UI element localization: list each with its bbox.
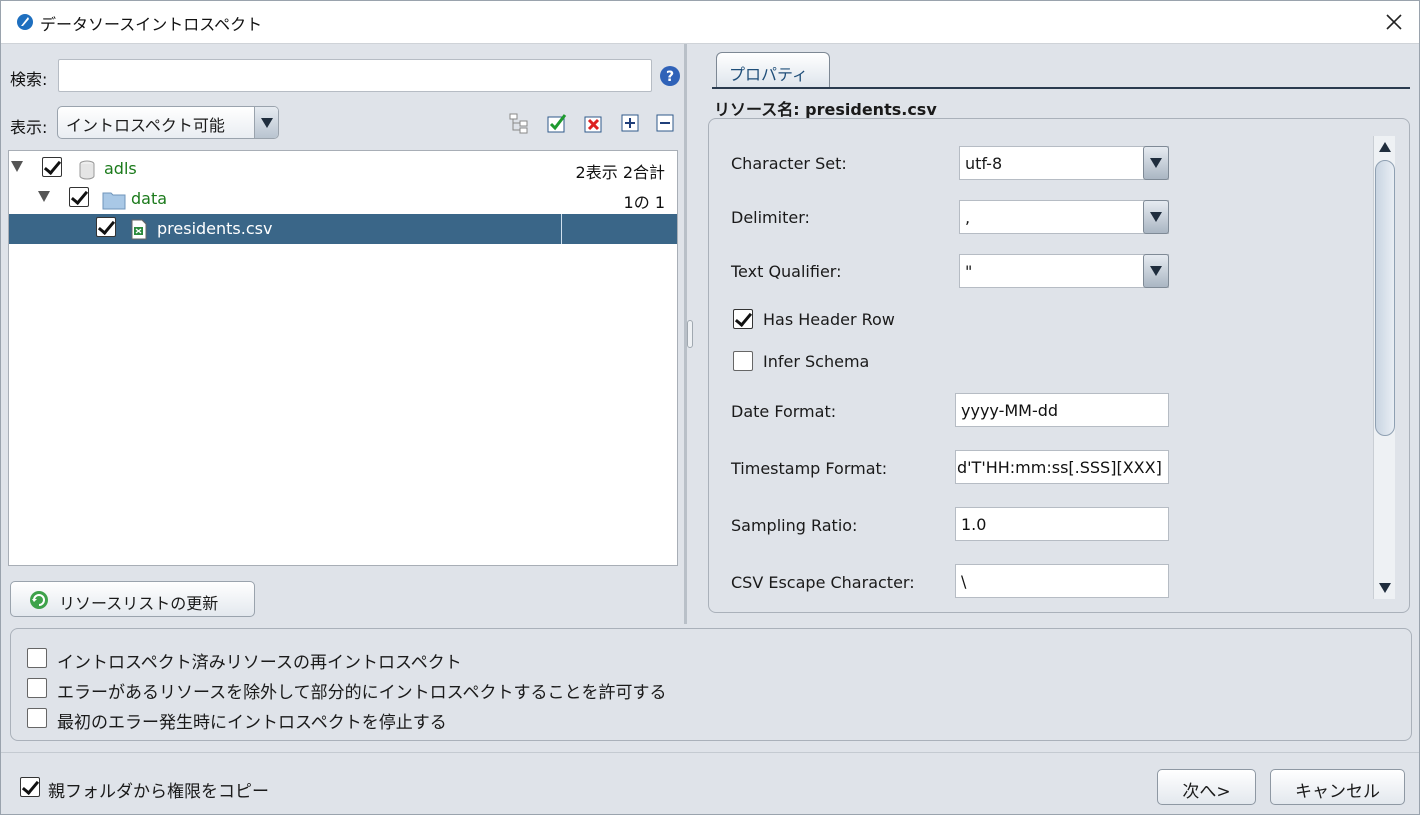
tree-row-presidents-csv[interactable]: presidents.csv xyxy=(9,214,677,244)
database-icon xyxy=(79,160,95,180)
view-selected-value: イントロスペクト可能 xyxy=(66,116,225,135)
reintrospect-checkbox[interactable] xyxy=(27,648,47,668)
date-format-label: Date Format: xyxy=(731,402,837,421)
window-title: データソースイントロスペクト xyxy=(40,15,263,34)
character-set-select[interactable]: utf-8 xyxy=(959,146,1169,180)
expand-all-icon[interactable] xyxy=(619,112,641,134)
timestamp-format-label: Timestamp Format: xyxy=(731,459,888,478)
app-logo-icon xyxy=(17,14,33,30)
chevron-down-icon[interactable] xyxy=(1143,146,1169,180)
refresh-button-label: リソースリストの更新 xyxy=(59,594,219,613)
tree-checkbox[interactable] xyxy=(42,157,62,177)
tab-label: プロパティ xyxy=(729,65,809,84)
close-icon[interactable] xyxy=(1380,8,1408,36)
footer-divider xyxy=(0,752,1420,753)
svg-text:?: ? xyxy=(666,69,674,85)
delimiter-label: Delimiter: xyxy=(731,208,810,227)
tree-node-label: data xyxy=(131,189,168,208)
scroll-down-icon[interactable] xyxy=(1374,577,1396,599)
tree-count: 1の 1 xyxy=(623,193,665,212)
scroll-up-icon[interactable] xyxy=(1374,136,1396,158)
tree-row-adls[interactable]: adls 2表示 2合計 xyxy=(9,154,677,184)
cancel-button[interactable]: キャンセル xyxy=(1270,769,1405,805)
character-set-label: Character Set: xyxy=(731,154,847,173)
refresh-resource-list-button[interactable]: リソースリストの更新 xyxy=(10,581,255,617)
tree-count: 2表示 2合計 xyxy=(575,163,665,182)
tree-checkbox[interactable] xyxy=(96,217,116,237)
partial-introspection-checkbox[interactable] xyxy=(27,678,47,698)
view-select[interactable]: イントロスペクト可能 xyxy=(57,106,279,139)
copy-permissions-checkbox[interactable] xyxy=(20,777,40,797)
reintrospect-label: イントロスペクト済みリソースの再イントロスペクト xyxy=(57,653,462,673)
resource-name: リソース名: presidents.csv xyxy=(714,100,937,119)
text-qualifier-label: Text Qualifier: xyxy=(731,262,842,281)
chevron-down-icon[interactable] xyxy=(254,107,278,138)
next-button[interactable]: 次へ> xyxy=(1157,769,1256,805)
tab-underline xyxy=(712,87,1410,89)
infer-schema-checkbox[interactable] xyxy=(733,351,753,371)
expand-toggle-icon[interactable] xyxy=(38,191,50,202)
chevron-down-icon[interactable] xyxy=(1143,254,1169,288)
character-set-value: utf-8 xyxy=(965,154,1003,173)
resource-tree[interactable]: adls 2表示 2合計 data 1の 1 presidents.csv xyxy=(8,150,678,566)
properties-scrollbar[interactable] xyxy=(1373,136,1395,599)
help-icon[interactable]: ? xyxy=(659,65,681,87)
stop-on-first-error-label: 最初のエラー発生時にイントロスペクトを停止する xyxy=(57,713,447,733)
tree-row-data[interactable]: data 1の 1 xyxy=(9,184,677,214)
delimiter-value: , xyxy=(965,208,971,227)
scrollbar-thumb[interactable] xyxy=(1375,160,1395,436)
has-header-row-label: Has Header Row xyxy=(763,310,895,329)
column-divider xyxy=(561,214,562,244)
check-all-icon[interactable] xyxy=(545,112,567,134)
tree-node-label: presidents.csv xyxy=(157,219,273,238)
csv-escape-character-label: CSV Escape Character: xyxy=(731,573,915,592)
text-qualifier-value: " xyxy=(965,262,973,281)
timestamp-format-input[interactable] xyxy=(955,450,1169,484)
collapse-all-icon[interactable] xyxy=(654,112,676,134)
tab-properties[interactable]: プロパティ xyxy=(716,52,830,88)
view-label: 表示: xyxy=(10,118,48,137)
tree-checkbox[interactable] xyxy=(69,187,89,207)
search-input[interactable] xyxy=(58,59,652,92)
sampling-ratio-input[interactable] xyxy=(955,507,1169,541)
date-format-input[interactable] xyxy=(955,393,1169,427)
stop-on-first-error-checkbox[interactable] xyxy=(27,708,47,728)
refresh-icon xyxy=(30,591,48,609)
pane-splitter[interactable] xyxy=(684,44,698,624)
infer-schema-label: Infer Schema xyxy=(763,352,870,371)
copy-permissions-label: 親フォルダから権限をコピー xyxy=(48,782,269,802)
csv-file-icon xyxy=(131,219,147,240)
delimiter-select[interactable]: , xyxy=(959,200,1169,234)
title-bar: データソースイントロスペクト xyxy=(0,0,1420,44)
sampling-ratio-label: Sampling Ratio: xyxy=(731,516,858,535)
folder-icon xyxy=(102,192,126,210)
text-qualifier-select[interactable]: " xyxy=(959,254,1169,288)
partial-introspection-label: エラーがあるリソースを除外して部分的にイントロスペクトすることを許可する xyxy=(57,683,667,703)
uncheck-all-icon[interactable] xyxy=(582,112,604,134)
chevron-down-icon[interactable] xyxy=(1143,200,1169,234)
has-header-row-checkbox[interactable] xyxy=(733,309,753,329)
csv-escape-character-input[interactable] xyxy=(955,564,1169,598)
search-label: 検索: xyxy=(10,70,48,89)
splitter-grip[interactable] xyxy=(687,320,693,348)
expand-toggle-icon[interactable] xyxy=(11,161,23,172)
tree-structure-icon[interactable] xyxy=(508,112,530,134)
tree-node-label: adls xyxy=(104,159,137,178)
